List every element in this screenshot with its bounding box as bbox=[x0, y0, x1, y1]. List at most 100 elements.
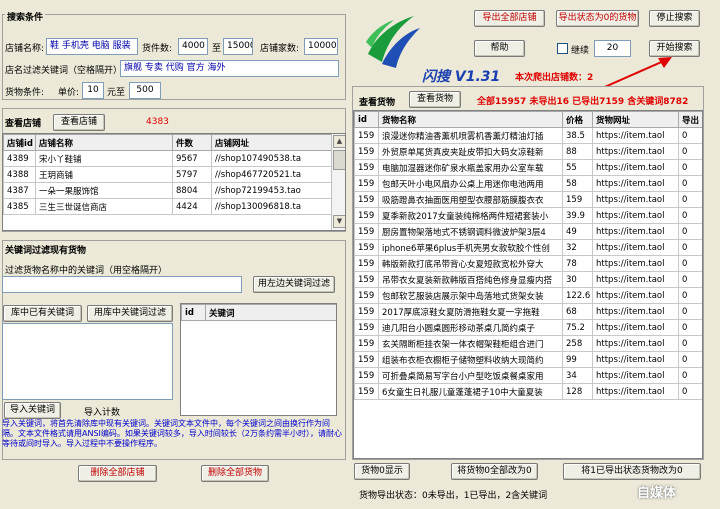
set-all-goods0-button[interactable]: 将货物0全部改为0 bbox=[451, 463, 538, 480]
keyword-textarea[interactable] bbox=[2, 323, 173, 400]
goods-cell: https://item.taol bbox=[592, 351, 679, 368]
goods-cell: 55 bbox=[562, 159, 593, 176]
goods-row[interactable]: 159 厨房置物架落地式不锈钢调料微波炉架3层4 49 https://item.ta… bbox=[354, 223, 702, 240]
goods-row[interactable]: 159 吊带衣女夏装新款韩版百搭纯色修身显瘦内搭 30 https://item.ta… bbox=[354, 271, 702, 288]
price-max-input[interactable]: 500 bbox=[129, 82, 161, 99]
view-shops-button[interactable]: 查看店铺 bbox=[53, 114, 105, 131]
goods-table-container: id 货物名称 价格 货物网址 导出 159 浪漫迷你精油香薰机喷雾机香薰灯精油灯… bbox=[353, 110, 703, 459]
delete-all-shops-button[interactable]: 删除全部店铺 bbox=[78, 465, 157, 482]
goods-cell: 75.2 bbox=[562, 319, 593, 336]
goods-row[interactable]: 159 韩版新款打底吊带背心女夏短款宽松外穿大 78 https://item.tao… bbox=[354, 255, 702, 272]
goods-cell: 0 bbox=[678, 303, 702, 320]
goods-row[interactable]: 159 包邮软艺服装店展示架中岛落地式货架女装 122.6 https://item.… bbox=[354, 287, 702, 304]
goods0-show-button[interactable]: 货物0显示 bbox=[354, 463, 410, 480]
shops-col-id[interactable]: 店铺id bbox=[3, 134, 36, 151]
goods-cell: 39.9 bbox=[562, 207, 593, 224]
goods-count-min-input[interactable]: 4000 bbox=[178, 38, 208, 55]
goods-cell: 可折叠桌简易写字台小户型吃饭桌餐桌家用 bbox=[378, 367, 563, 384]
view-goods-button[interactable]: 查看货物 bbox=[409, 91, 461, 108]
goods-cell: 0 bbox=[678, 191, 702, 208]
goods-cell: 58 bbox=[562, 175, 593, 192]
goods-cell: https://item.taol bbox=[592, 143, 679, 160]
goods-cell: https://item.taol bbox=[592, 287, 679, 304]
filter-by-left-keywords-button[interactable]: 用左边关键词过滤 bbox=[253, 276, 335, 293]
goods-cell: 外贸原单尾货真皮夹趾皮带扣大码女凉鞋新 bbox=[378, 143, 563, 160]
shops-cell: //shop467720521.ta bbox=[211, 166, 334, 183]
shops-row[interactable]: 4387 一朵一果服饰馆 8804//shop72199453.tao bbox=[3, 182, 334, 199]
goods-cell: https://item.taol bbox=[592, 223, 679, 240]
goods-cell: 32 bbox=[562, 239, 593, 256]
goods-cell: 159 bbox=[354, 143, 379, 160]
shops-col-count[interactable]: 件数 bbox=[172, 134, 212, 151]
goods-row[interactable]: 159 夏季新款2017女童装纯棉格两件短裙套装小 39.9 https://item… bbox=[354, 207, 702, 224]
keyword-table-header: id 关键词 bbox=[181, 304, 336, 321]
goods-row[interactable]: 159 吸筋蹬鼻衣抽面医用塑型衣腰部筋膜腹衣衣 159 https://item.ta… bbox=[354, 191, 702, 208]
goods-cell: 0 bbox=[678, 175, 702, 192]
scroll-down-icon[interactable]: ▼ bbox=[333, 215, 345, 228]
goods-cell: 159 bbox=[354, 319, 379, 336]
filter-keywords-input[interactable]: 旗舰 专卖 代购 官方 海外 bbox=[120, 60, 339, 77]
goods-col-url[interactable]: 货物网址 bbox=[592, 111, 679, 128]
goods-cell: 厨房置物架落地式不锈钢调料微波炉架3层4 bbox=[378, 223, 563, 240]
goods-row[interactable]: 159 包邮天叶小电风扇办公桌上用迷你电池两用 58 https://item.tao… bbox=[354, 175, 702, 192]
shops-row[interactable]: 4389 宋小丫鞋铺 9567//shop107490538.ta bbox=[3, 150, 334, 167]
shops-scrollbar[interactable]: ▲ ▼ bbox=[331, 134, 345, 230]
delete-all-goods-button[interactable]: 删除全部货物 bbox=[201, 465, 269, 482]
goods-col-price[interactable]: 价格 bbox=[562, 111, 593, 128]
shops-cell: 宋小丫鞋铺 bbox=[35, 150, 173, 167]
goods-row[interactable]: 159 迪几阳台小圆桌圆形移动茶桌几简约桌子 75.2 https://item.ta… bbox=[354, 319, 702, 336]
watermark: 自媒体 bbox=[637, 486, 677, 501]
goods-cell: 159 bbox=[354, 223, 379, 240]
goods-row[interactable]: 159 浪漫迷你精油香薰机喷雾机香薰灯精油灯插 38.5 https://item.t… bbox=[354, 127, 702, 144]
shops-cell: 8804 bbox=[172, 182, 212, 199]
price-min-input[interactable]: 10 bbox=[82, 82, 104, 99]
price-label: 单价: bbox=[58, 88, 80, 98]
goods-row[interactable]: 159 6女童生日礼服儿童蓬蓬裙子10中大童夏装 128 https://item.t… bbox=[354, 383, 702, 400]
filter-by-library-button[interactable]: 用库中关键词过滤 bbox=[87, 305, 173, 322]
goods-cell: 34 bbox=[562, 367, 593, 384]
goods-row[interactable]: 159 iphone6苹果6plus手机壳男女款软胶个性创 32 https://it… bbox=[354, 239, 702, 256]
goods-col-name[interactable]: 货物名称 bbox=[378, 111, 563, 128]
goods-row[interactable]: 159 玄关隔断柜挂衣架一体衣帽架鞋柜组合进门 258 https://item.ta… bbox=[354, 335, 702, 352]
goods-col-export[interactable]: 导出 bbox=[678, 111, 702, 128]
scroll-up-icon[interactable]: ▲ bbox=[333, 135, 345, 148]
goods-row[interactable]: 159 组装布衣柜衣橱柜子储物塑料收纳大现简约 99 https://item.tao… bbox=[354, 351, 702, 368]
shops-cell: 一朵一果服饰馆 bbox=[35, 182, 173, 199]
keyword-input[interactable] bbox=[2, 276, 242, 293]
goods-cell: 0 bbox=[678, 367, 702, 384]
shops-cell: 5797 bbox=[172, 166, 212, 183]
goods-cell: 258 bbox=[562, 335, 593, 352]
goods-cell: 夏季新款2017女童装纯棉格两件短裙套装小 bbox=[378, 207, 563, 224]
export-all-shops-button[interactable]: 导出全部店铺 bbox=[474, 10, 545, 27]
goods-cell: 组装布衣柜衣橱柜子储物塑料收纳大现简约 bbox=[378, 351, 563, 368]
shop-name-input[interactable]: 鞋 手机壳 电脑 服装 bbox=[46, 38, 138, 55]
reset-exported-goods-button[interactable]: 将1已导出状态货物改为0 bbox=[563, 463, 701, 480]
search-conditions-title: 搜索条件 bbox=[5, 10, 46, 23]
goods-row[interactable]: 159 可折叠桌简易写字台小户型吃饭桌餐桌家用 34 https://item.tao… bbox=[354, 367, 702, 384]
keyword-col-id[interactable]: id bbox=[181, 304, 206, 321]
shops-col-url[interactable]: 店铺网址 bbox=[211, 134, 334, 151]
goods-cell: 0 bbox=[678, 239, 702, 256]
shops-row[interactable]: 4388 王玥商铺 5797//shop467720521.ta bbox=[3, 166, 334, 183]
goods-cell: 0 bbox=[678, 207, 702, 224]
shop-name-label: 店铺名称: bbox=[5, 44, 45, 54]
goods-row[interactable]: 159 电脑加湿器迷你矿泉水瓶盖家用办公室车载 55 https://item.tao… bbox=[354, 159, 702, 176]
goods-row[interactable]: 159 外贸原单尾货真皮夹趾皮带扣大码女凉鞋新 88 https://item.tao… bbox=[354, 143, 702, 160]
export-status0-goods-button[interactable]: 导出状态为0的货物 bbox=[556, 10, 639, 27]
scroll-thumb[interactable] bbox=[333, 150, 345, 170]
keyword-col-keyword[interactable]: 关键词 bbox=[205, 304, 336, 321]
shops-table: 店铺id 店铺名称 件数 店铺网址 4389 宋小丫鞋铺 9567//shop107… bbox=[3, 134, 334, 215]
shops-row[interactable]: 4385 三生三世诞信商店 4424//shop130096818.ta bbox=[3, 198, 334, 215]
goods-row[interactable]: 159 2017厚底凉鞋女夏防滑拖鞋女夏一字拖鞋 68 https://item.ta… bbox=[354, 303, 702, 320]
shop-count-input[interactable]: 10000 bbox=[304, 38, 338, 55]
goods-cell: 159 bbox=[354, 239, 379, 256]
shops-col-name[interactable]: 店铺名称 bbox=[35, 134, 173, 151]
stop-search-button[interactable]: 停止搜索 bbox=[649, 10, 700, 27]
goods-cell: 0 bbox=[678, 127, 702, 144]
library-keywords-button[interactable]: 库中已有关键词 bbox=[3, 305, 82, 322]
shops-cell: 4387 bbox=[3, 182, 36, 199]
import-keywords-button[interactable]: 导入关键词 bbox=[4, 402, 61, 419]
goods-count-max-input[interactable]: 15000 bbox=[223, 38, 253, 55]
goods-col-id[interactable]: id bbox=[354, 111, 379, 128]
goods-cell: 0 bbox=[678, 159, 702, 176]
